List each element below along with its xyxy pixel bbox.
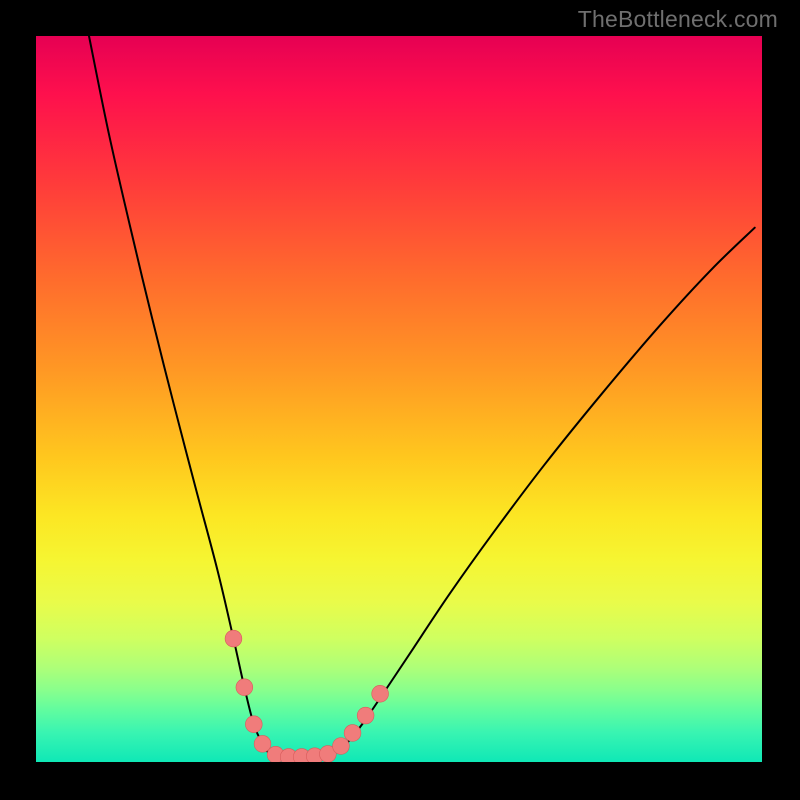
- marker-point: [225, 630, 242, 647]
- marker-point: [236, 679, 253, 696]
- watermark-text: TheBottleneck.com: [578, 6, 778, 33]
- marker-point: [357, 707, 374, 724]
- chart-plot-area: [36, 36, 762, 762]
- marker-layer: [225, 630, 388, 762]
- marker-point: [333, 738, 350, 755]
- marker-point: [245, 716, 262, 733]
- curve-left-branch: [89, 36, 276, 757]
- marker-point: [372, 685, 389, 702]
- marker-point: [254, 735, 271, 752]
- curve-layer: [89, 36, 755, 758]
- chart-frame: TheBottleneck.com: [0, 0, 800, 800]
- marker-point: [344, 725, 361, 742]
- chart-svg: [36, 36, 762, 762]
- curve-right-branch: [326, 228, 754, 757]
